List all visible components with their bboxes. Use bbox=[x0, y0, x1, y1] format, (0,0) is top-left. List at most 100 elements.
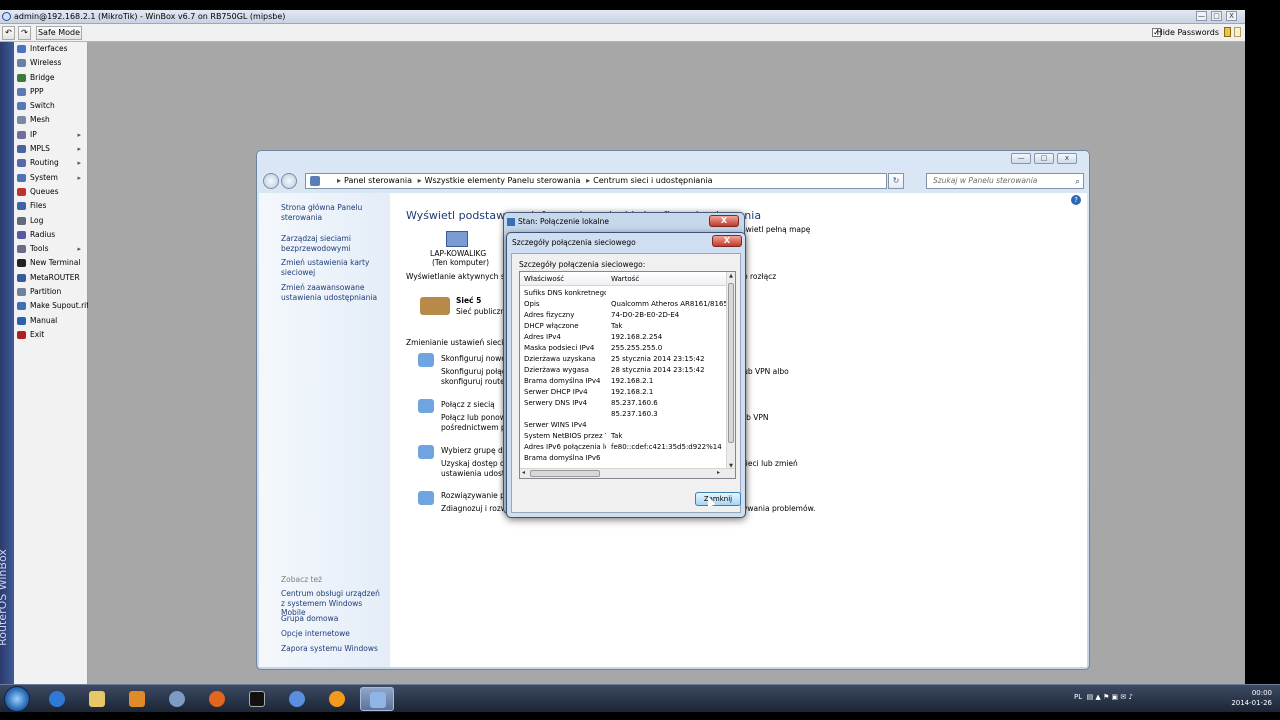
maximize-button[interactable]: □ bbox=[1211, 11, 1222, 21]
sidebar-item-tools[interactable]: Tools ▸ bbox=[14, 242, 87, 256]
sidebar-item-switch[interactable]: Switch bbox=[14, 99, 87, 113]
sidebar-item-system[interactable]: System ▸ bbox=[14, 171, 87, 185]
taskbar-skype[interactable] bbox=[280, 687, 314, 711]
details-row[interactable]: 85.237.160.3 bbox=[520, 409, 728, 420]
sidebar-item-metarouter[interactable]: MetaROUTER bbox=[14, 271, 87, 285]
horizontal-scroll-thumb[interactable] bbox=[530, 470, 600, 477]
sidebar-item-label: MetaROUTER bbox=[30, 272, 80, 282]
sidebar-item-bridge[interactable]: Bridge bbox=[14, 71, 87, 85]
details-row[interactable]: Dzierżawa uzyskana 25 stycznia 2014 23:15… bbox=[520, 354, 728, 365]
sidebar-item-log[interactable]: Log bbox=[14, 214, 87, 228]
details-row[interactable]: Brama domyślna IPv6 bbox=[520, 453, 728, 464]
task-connect-network[interactable]: Połącz z siecią bbox=[441, 400, 495, 410]
undo-button[interactable]: ↶ bbox=[2, 26, 15, 40]
sidebar-item-routing[interactable]: Routing ▸ bbox=[14, 156, 87, 170]
sidebar-item-radius[interactable]: Radius bbox=[14, 228, 87, 242]
details-row[interactable]: Serwer WINS IPv4 bbox=[520, 420, 728, 431]
taskbar-player[interactable] bbox=[240, 687, 274, 711]
details-row[interactable]: Adres fizyczny 74-D0-2B-E0-2D-E4 bbox=[520, 310, 728, 321]
row-value: 74-D0-2B-E0-2D-E4 bbox=[611, 311, 680, 319]
minimize-button[interactable]: — bbox=[1196, 11, 1207, 21]
horizontal-scrollbar[interactable]: ◂ ▸ bbox=[520, 468, 735, 478]
details-close-button[interactable]: Zamknij bbox=[695, 492, 741, 506]
details-dialog-close-x[interactable]: X bbox=[712, 235, 742, 247]
taskbar-firefox[interactable] bbox=[200, 687, 234, 711]
sidebar-item-mpls[interactable]: MPLS ▸ bbox=[14, 142, 87, 156]
search-icon[interactable]: ⌕ bbox=[1075, 175, 1080, 189]
network-app-icon bbox=[169, 691, 185, 707]
taskbar-vlc[interactable] bbox=[320, 687, 354, 711]
help-icon[interactable]: ? bbox=[1071, 195, 1081, 205]
redo-button[interactable]: ↷ bbox=[18, 26, 31, 40]
clock[interactable]: 00:00 2014-01-26 bbox=[1231, 688, 1272, 708]
scroll-left-icon[interactable]: ◂ bbox=[522, 469, 525, 476]
sidebar-item-manual[interactable]: Manual bbox=[14, 314, 87, 328]
details-row[interactable]: DHCP włączone Tak bbox=[520, 321, 728, 332]
sidebar-item-files[interactable]: Files bbox=[14, 199, 87, 213]
link-cp-home[interactable]: Strona główna Panelu sterowania bbox=[281, 203, 385, 222]
language-indicator[interactable]: PL bbox=[1074, 693, 1082, 701]
details-row[interactable]: Sufiks DNS konkretnego połączenia bbox=[520, 288, 728, 299]
menu-item-icon bbox=[17, 145, 26, 154]
link-internet-options[interactable]: Opcje internetowe bbox=[281, 629, 385, 639]
details-row[interactable]: Opis Qualcomm Atheros AR8161/8165 PCI-E bbox=[520, 299, 728, 310]
taskbar-explorer[interactable] bbox=[80, 687, 114, 711]
details-row[interactable]: System NetBIOS przez TCP/IP Tak bbox=[520, 431, 728, 442]
close-button[interactable]: X bbox=[1226, 11, 1237, 21]
sidebar-item-interfaces[interactable]: Interfaces bbox=[14, 42, 87, 56]
taskbar-control-panel[interactable] bbox=[360, 687, 394, 711]
network-type-link[interactable]: Sieć publiczna bbox=[456, 307, 510, 317]
sidebar-item-label: Partition bbox=[30, 287, 62, 297]
row-value: 192.168.2.1 bbox=[611, 377, 654, 385]
column-header-property[interactable]: Właściwość bbox=[524, 275, 564, 283]
sidebar-item-make-supout-rif[interactable]: Make Supout.rif bbox=[14, 299, 89, 313]
start-button[interactable] bbox=[4, 686, 30, 712]
refresh-button[interactable]: ↻ bbox=[888, 173, 904, 189]
address-bar[interactable]: ▸ Panel sterowania ▸ Wszystkie elementy Pa… bbox=[305, 173, 887, 189]
menu-item-icon bbox=[17, 316, 26, 325]
taskbar-ie[interactable] bbox=[40, 687, 74, 711]
column-header-value[interactable]: Wartość bbox=[611, 275, 639, 283]
cp-maximize-button[interactable]: □ bbox=[1034, 153, 1054, 164]
row-value: Tak bbox=[611, 432, 623, 440]
details-row[interactable]: Serwery DNS IPv4 85.237.160.6 bbox=[520, 398, 728, 409]
safe-mode-button[interactable]: Safe Mode bbox=[36, 26, 82, 40]
back-button[interactable] bbox=[263, 173, 279, 189]
sidebar-item-partition[interactable]: Partition bbox=[14, 285, 87, 299]
details-row[interactable]: Dzierżawa wygasa 28 stycznia 2014 23:15:4… bbox=[520, 365, 728, 376]
breadcrumb-item[interactable]: Centrum sieci i udostępniania bbox=[593, 176, 712, 185]
breadcrumb-item[interactable]: Panel sterowania bbox=[344, 176, 412, 185]
link-adapter-settings[interactable]: Zmień ustawienia karty sieciowej bbox=[281, 258, 385, 277]
cp-close-button[interactable]: x bbox=[1057, 153, 1077, 164]
cp-minimize-button[interactable]: — bbox=[1011, 153, 1031, 164]
vertical-scroll-thumb[interactable] bbox=[728, 283, 734, 443]
link-manage-wireless[interactable]: Zarządzaj sieciami bezprzewodowymi bbox=[281, 234, 385, 253]
link-firewall[interactable]: Zapora systemu Windows bbox=[281, 644, 385, 654]
details-list[interactable]: Właściwość Wartość Sufiks DNS konkretneg… bbox=[519, 271, 736, 479]
scroll-up-icon[interactable]: ▲ bbox=[727, 273, 735, 279]
details-row[interactable]: Adres IPv4 192.168.2.254 bbox=[520, 332, 728, 343]
lock-icon bbox=[1224, 27, 1231, 37]
forward-button[interactable] bbox=[281, 173, 297, 189]
search-input[interactable]: Szukaj w Panelu sterowania ⌕ bbox=[926, 173, 1084, 189]
taskbar-app[interactable] bbox=[160, 687, 194, 711]
sidebar-item-queues[interactable]: Queues bbox=[14, 185, 87, 199]
scroll-right-icon[interactable]: ▸ bbox=[717, 469, 720, 476]
sidebar-item-ip[interactable]: IP ▸ bbox=[14, 128, 87, 142]
sidebar-item-wireless[interactable]: Wireless bbox=[14, 56, 87, 70]
details-row[interactable]: Adres IPv6 połączenia lokalnego fe80::cde… bbox=[520, 442, 728, 453]
window-title: admin@192.168.2.1 (MikroTik) - WinBox v6… bbox=[14, 12, 286, 21]
details-row[interactable]: Maska podsieci IPv4 255.255.255.0 bbox=[520, 343, 728, 354]
sidebar-item-exit[interactable]: Exit bbox=[14, 328, 87, 342]
sidebar-item-new-terminal[interactable]: New Terminal bbox=[14, 256, 87, 270]
breadcrumb-item[interactable]: Wszystkie elementy Panelu sterowania bbox=[425, 176, 581, 185]
vertical-scrollbar[interactable]: ▲ ▼ bbox=[726, 272, 735, 470]
link-homegroup[interactable]: Grupa domowa bbox=[281, 614, 385, 624]
link-advanced-sharing[interactable]: Zmień zaawansowane ustawienia udostępnia… bbox=[281, 283, 385, 302]
sidebar-item-mesh[interactable]: Mesh bbox=[14, 113, 87, 127]
details-row[interactable]: Serwer DHCP IPv4 192.168.2.1 bbox=[520, 387, 728, 398]
taskbar-media[interactable] bbox=[120, 687, 154, 711]
status-dialog-close-button[interactable]: X bbox=[709, 215, 739, 227]
details-row[interactable]: Brama domyślna IPv4 192.168.2.1 bbox=[520, 376, 728, 387]
sidebar-item-ppp[interactable]: PPP bbox=[14, 85, 87, 99]
